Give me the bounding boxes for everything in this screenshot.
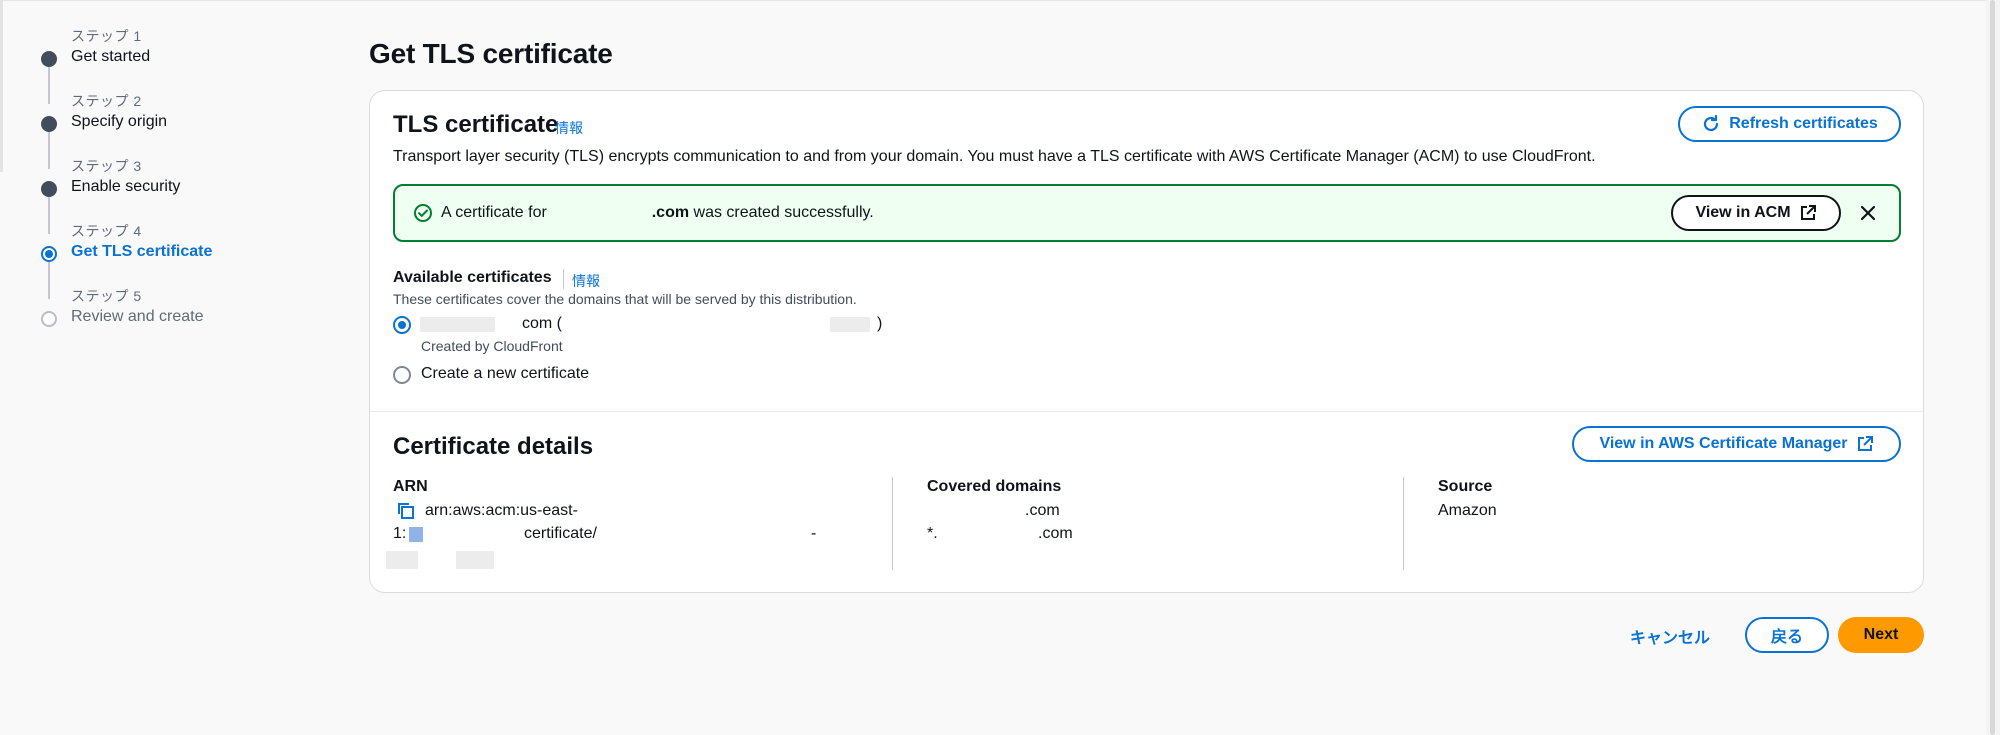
step-number: ステップ 2 (71, 93, 142, 109)
arn-value-mid: certificate/ (524, 525, 597, 542)
view-in-aws-certificate-manager-button[interactable]: View in AWS Certificate Manager (1572, 426, 1901, 462)
step-done-icon (41, 51, 57, 67)
copy-icon[interactable] (396, 501, 416, 521)
step-name[interactable]: Get started (71, 48, 150, 66)
success-message-domain: .com (651, 204, 690, 221)
step-1[interactable]: ステップ 1 Get started (30, 22, 290, 104)
refresh-icon (1704, 114, 1719, 132)
section-divider (370, 411, 1923, 412)
step-5: ステップ 5 Review and create (30, 282, 290, 347)
existing-certificate-label[interactable]: com ( (522, 315, 562, 333)
arn-label: ARN (393, 478, 428, 495)
next-button[interactable]: Next (1838, 617, 1924, 653)
success-flash: A certificate for .com was created succe… (393, 184, 1901, 242)
step-number: ステップ 5 (71, 288, 142, 304)
existing-certificate-sublabel: Created by CloudFront (421, 338, 563, 354)
arn-value-end: - (811, 525, 817, 542)
step-number: ステップ 1 (71, 28, 142, 44)
redacted-arn (386, 551, 418, 569)
covered-domain-1: .com (1025, 502, 1060, 519)
refresh-certificates-label: Refresh certificates (1729, 115, 1878, 132)
available-certificates-info-link[interactable]: 情報 (572, 271, 600, 291)
source-value: Amazon (1438, 502, 1497, 519)
view-in-acm-label: View in ACM (1695, 204, 1791, 221)
create-new-certificate-radio[interactable] (393, 366, 411, 384)
back-button[interactable]: 戻る (1745, 617, 1829, 653)
step-name[interactable]: Specify origin (71, 113, 167, 131)
column-divider (892, 477, 893, 570)
step-name: Get TLS certificate (71, 243, 213, 260)
existing-certificate-radio[interactable] (393, 316, 411, 334)
step-number: ステップ 3 (71, 158, 142, 174)
redacted-certificate-id (830, 317, 870, 332)
step-done-icon (41, 116, 57, 132)
success-message-suffix: was created successfully. (693, 204, 874, 221)
external-link-icon (1857, 436, 1873, 451)
scrollbar-thumb[interactable] (1990, 0, 1995, 735)
tls-certificate-container: TLS certificate 情報 Refresh certificates … (369, 90, 1924, 593)
step-done-icon (41, 181, 57, 197)
cancel-button[interactable]: キャンセル (1630, 624, 1710, 648)
dismiss-flash-button[interactable] (1855, 200, 1881, 226)
source-label: Source (1438, 478, 1493, 495)
available-certificates-description: These certificates cover the domains tha… (393, 291, 857, 307)
existing-certificate-label-end: ) (877, 315, 883, 332)
step-2[interactable]: ステップ 2 Specify origin (30, 87, 290, 169)
step-current-icon (41, 246, 57, 262)
available-certificates-label: Available certificates (393, 269, 552, 286)
covered-domains-label: Covered domains (927, 478, 1062, 495)
close-icon (1860, 205, 1876, 221)
tls-section-title: TLS certificate (393, 111, 559, 138)
success-message-prefix: A certificate for (441, 204, 547, 221)
step-3[interactable]: ステップ 3 Enable security (30, 152, 290, 234)
certificate-details-title: Certificate details (393, 433, 594, 460)
success-message: A certificate for .com was created succe… (441, 204, 874, 222)
page-title: Get TLS certificate (369, 38, 613, 69)
redacted-domain (420, 317, 495, 332)
view-in-aws-certificate-manager-label: View in AWS Certificate Manager (1599, 435, 1848, 452)
refresh-certificates-button[interactable]: Refresh certificates (1678, 106, 1901, 142)
column-divider (1403, 477, 1404, 570)
view-in-acm-button[interactable]: View in ACM (1671, 195, 1841, 231)
wizard-steps: ステップ 1 Get started ステップ 2 Specify origin… (30, 22, 290, 347)
arn-value-prefix: 1: (393, 525, 407, 542)
create-new-certificate-label[interactable]: Create a new certificate (421, 365, 589, 383)
redacted-arn (456, 551, 494, 569)
step-number: ステップ 4 (71, 223, 142, 239)
tls-info-link[interactable]: 情報 (555, 118, 583, 138)
left-edge (0, 0, 3, 172)
tls-description: Transport layer security (TLS) encrypts … (393, 148, 1596, 165)
redacted-account-id (409, 527, 423, 542)
step-name[interactable]: Enable security (71, 178, 180, 196)
step-name: Review and create (71, 308, 204, 325)
covered-domain-2-suffix: .com (1038, 525, 1073, 542)
external-link-icon (1800, 205, 1816, 220)
step-upcoming-icon (41, 311, 57, 327)
top-border (0, 0, 2000, 1)
covered-domain-2-prefix: *. (927, 525, 938, 542)
arn-value-line1: arn:aws:acm:us-east- (425, 502, 578, 519)
success-check-icon (414, 204, 432, 222)
scrollbar[interactable] (1986, 0, 2000, 735)
step-4: ステップ 4 Get TLS certificate (30, 217, 290, 299)
label-divider (563, 269, 564, 289)
